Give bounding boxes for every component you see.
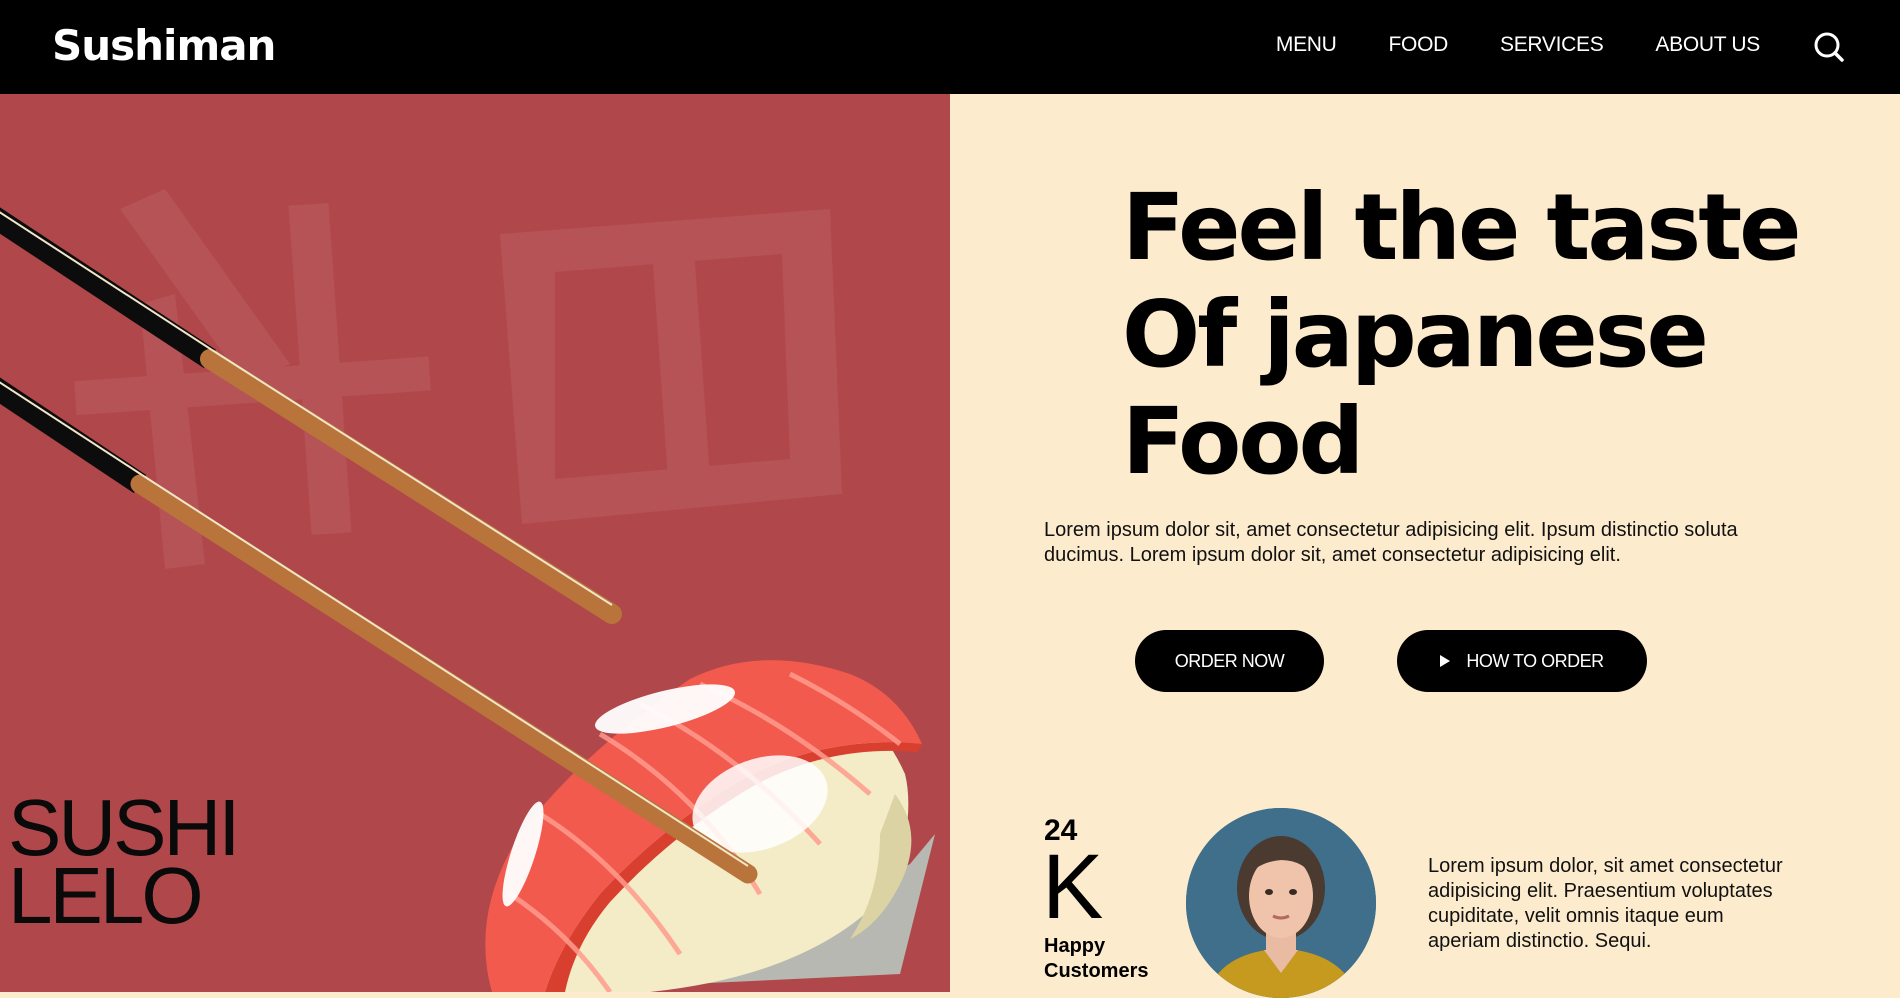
nav-item-about-us[interactable]: ABOUT US [1655,30,1760,60]
stat-unit: K [1042,836,1104,938]
happy-customers-stat: 24 K Happy Customers [1042,816,1164,984]
how-to-order-button[interactable]: HOW TO ORDER [1397,630,1647,692]
headline-line-3: Food [1122,388,1364,495]
hero-intro-text: Lorem ipsum dolor sit, amet consectetur … [1044,519,1738,566]
order-now-button[interactable]: ORDER NOW [1135,630,1324,692]
nav-item-services[interactable]: SERVICES [1500,30,1604,60]
side-title: SUSHI LELO [8,788,240,940]
hero-headline: Feel the taste Of japanese Food [1122,174,1802,495]
nav-item-food[interactable]: FOOD [1389,30,1449,60]
stat-label: Happy Customers [1044,935,1149,982]
play-icon [1440,655,1451,667]
brand-logo[interactable]: Sushiman [52,20,276,72]
hero-illustration-panel: SUSHI LELO [0,94,950,992]
hero-content-panel: Feel the taste Of japanese Food Lorem ip… [950,94,1900,998]
headline-line-1: Feel the taste [1122,174,1802,281]
headline-line-2: Of japanese [1122,281,1709,388]
customer-portrait [1186,808,1376,998]
main-nav: MENU FOOD SERVICES ABOUT US [1276,30,1760,60]
testimonial-text: Lorem ipsum dolor, sit amet consectetur … [1428,855,1783,952]
side-title-line-2: LELO [8,851,204,940]
order-now-label: ORDER NOW [1174,650,1285,671]
how-to-order-label: HOW TO ORDER [1466,650,1604,671]
customer-avatar [1186,808,1376,998]
nav-item-menu[interactable]: MENU [1276,30,1337,60]
search-icon[interactable] [1812,30,1846,64]
site-header: Sushiman MENU FOOD SERVICES ABOUT US [0,0,1900,94]
